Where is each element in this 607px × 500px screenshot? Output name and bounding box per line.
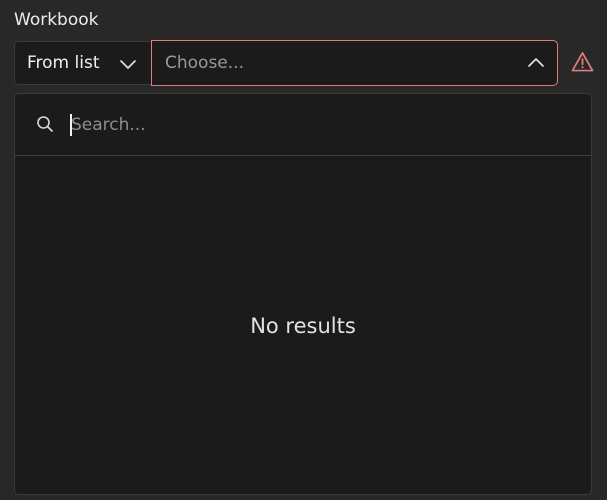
workbook-select-placeholder: Choose... [165, 53, 244, 73]
workbook-select[interactable]: Choose... [151, 40, 558, 86]
search-icon [37, 116, 53, 132]
empty-results-message: No results [250, 313, 356, 338]
workbook-dropdown: No results [14, 93, 592, 495]
text-caret [70, 114, 72, 136]
warning-triangle-icon [571, 52, 594, 72]
source-mode-selected-value: From list [27, 53, 100, 73]
results-list: No results [15, 156, 591, 494]
dropdown-search-row [15, 94, 591, 156]
source-mode-select[interactable]: From list [14, 41, 151, 85]
dropdown-search-input[interactable] [69, 108, 571, 142]
workbook-field-panel: Workbook From list Choose... No results [0, 0, 607, 500]
chevron-down-icon [120, 60, 136, 69]
chevron-up-icon [528, 58, 544, 67]
field-label: Workbook [14, 10, 99, 30]
